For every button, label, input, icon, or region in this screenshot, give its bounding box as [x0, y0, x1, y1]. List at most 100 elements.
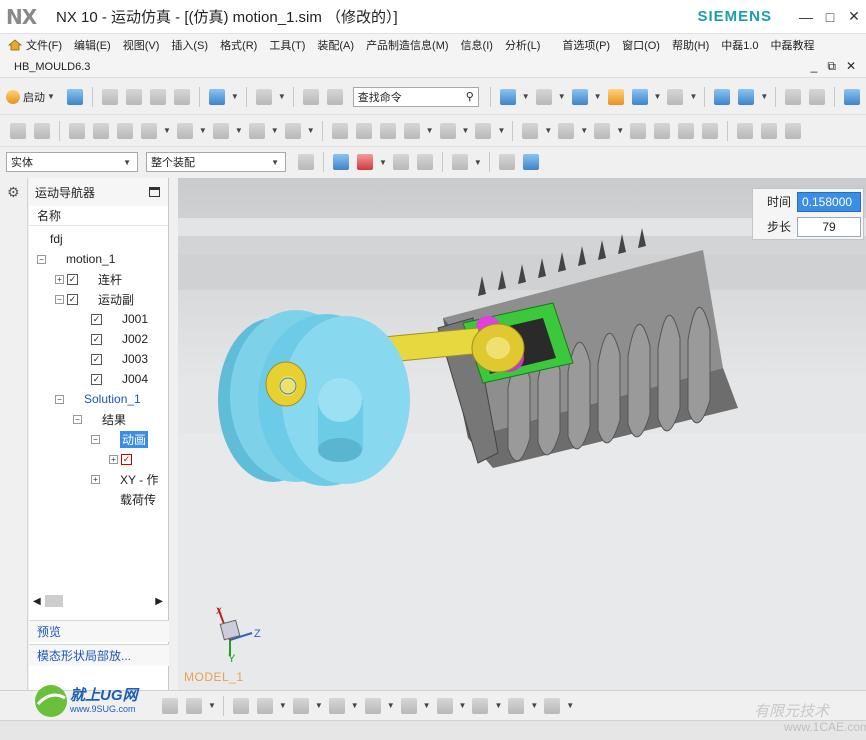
solution-icon[interactable] — [439, 122, 456, 139]
scroll-left-icon[interactable]: ◀ — [33, 596, 41, 607]
damper-icon[interactable] — [117, 122, 133, 139]
rewind-icon[interactable] — [737, 122, 754, 139]
trace-icon[interactable] — [558, 122, 575, 139]
collapse-toggle[interactable]: − — [91, 434, 100, 444]
menu-edit[interactable]: 编辑(E) — [74, 37, 111, 53]
undo-icon[interactable] — [208, 88, 225, 105]
step-forward-icon[interactable] — [654, 122, 671, 139]
rotate-icon[interactable] — [416, 154, 433, 170]
torque-icon[interactable] — [284, 122, 301, 139]
feature-icon-9[interactable] — [508, 697, 525, 714]
tree-node-animation[interactable]: − 动画 — [91, 430, 149, 448]
doc-close-button[interactable]: ✕ — [846, 59, 856, 74]
touch-mode-icon[interactable] — [326, 88, 343, 105]
step-field[interactable]: 79 — [797, 216, 861, 237]
tree-hscrollbar[interactable]: ◀ ▶ — [33, 594, 163, 608]
menu-info[interactable]: 信息(I) — [461, 37, 493, 53]
view-select-icon[interactable] — [162, 697, 178, 714]
column-header-name[interactable]: 名称 — [29, 206, 168, 226]
collapse-toggle[interactable]: − — [55, 294, 64, 304]
menu-analysis[interactable]: 分析(L) — [505, 37, 540, 53]
feature-icon-5[interactable] — [364, 697, 381, 714]
feature-icon-2[interactable] — [256, 697, 273, 714]
menu-insert[interactable]: 插入(S) — [171, 37, 208, 53]
tree-node-xy[interactable]: + XY - 作 — [91, 470, 158, 488]
function-icon[interactable] — [69, 122, 85, 139]
clock-icon[interactable] — [7, 530, 23, 546]
solid-cube-icon[interactable] — [522, 154, 539, 170]
reuse-library-icon[interactable] — [7, 400, 23, 416]
contact-icon[interactable] — [176, 122, 193, 139]
home-icon[interactable] — [8, 39, 22, 51]
graphics-viewport[interactable]: Z Y X 时间 0.158000 步长 79 MODEL_1 — [178, 178, 866, 690]
delete-icon[interactable] — [173, 88, 190, 105]
menu-window[interactable]: 窗口(O) — [622, 37, 660, 53]
expand-toggle[interactable]: + — [55, 274, 64, 284]
menu-assembly[interactable]: 装配(A) — [317, 37, 354, 53]
links-checkbox[interactable]: ✓ — [67, 273, 78, 285]
menu-zhonglei-tutorial[interactable]: 中磊教程 — [771, 37, 815, 53]
xy-graph-icon[interactable] — [678, 122, 695, 139]
scroll-right-icon[interactable]: ▶ — [155, 596, 163, 607]
assembly-scope-select[interactable]: 整个装配 ▼ — [146, 152, 286, 172]
measure-icon[interactable] — [809, 88, 826, 105]
search-icon[interactable]: ⚲ — [466, 90, 474, 103]
joints-checkbox[interactable]: ✓ — [67, 293, 78, 305]
history-icon[interactable] — [7, 364, 23, 380]
constraint-icon[interactable] — [212, 122, 229, 139]
menu-zhonglei[interactable]: 中磊1.0 — [721, 37, 758, 53]
expand-toggle[interactable]: + — [109, 454, 118, 464]
collapse-toggle[interactable]: − — [37, 254, 46, 264]
feature-icon-4[interactable] — [328, 697, 345, 714]
document-tab[interactable]: HB_MOULD6.3 — [14, 61, 90, 73]
assembly-nav-icon[interactable] — [785, 88, 802, 105]
tree-node-motion[interactable]: − motion_1 — [37, 250, 115, 268]
repeat-command-icon[interactable] — [302, 88, 319, 105]
driver-icon[interactable] — [379, 122, 396, 139]
collapse-toggle[interactable]: − — [73, 414, 82, 424]
command-search-input[interactable]: 查找命令 ⚲ — [352, 86, 479, 107]
feature-icon-7[interactable] — [436, 697, 453, 714]
menu-file[interactable]: 文件(F) — [26, 37, 62, 53]
feature-icon-3[interactable] — [292, 697, 309, 714]
joint-icon[interactable] — [34, 122, 50, 139]
menu-format[interactable]: 格式(R) — [220, 37, 257, 53]
start-button[interactable]: 启动 ▼ — [6, 89, 57, 105]
j002-checkbox[interactable]: ✓ — [91, 333, 102, 345]
document-icon[interactable] — [7, 484, 23, 500]
doc-restore-button[interactable]: ⧉ — [827, 59, 836, 74]
spring-icon[interactable] — [93, 122, 109, 139]
tree-node-j002[interactable]: ✓ J002 — [91, 330, 148, 348]
animation-child-checkbox[interactable]: ✓ — [121, 453, 132, 465]
menu-pmi[interactable]: 产品制造信息(M) — [366, 37, 449, 53]
render-style-icon[interactable] — [535, 88, 552, 105]
type-filter-select[interactable]: 实体 ▼ — [6, 152, 138, 172]
step-back-icon[interactable] — [630, 122, 647, 139]
feature-icon-8[interactable] — [472, 697, 489, 714]
select-filter-icon[interactable] — [298, 154, 314, 170]
menu-tools[interactable]: 工具(T) — [269, 37, 305, 53]
snap-point-icon[interactable] — [357, 154, 373, 170]
tree-node-joints[interactable]: − ✓ 运动副 — [55, 290, 134, 308]
preview-panel[interactable]: 预览 — [29, 620, 169, 642]
view-cube-icon[interactable] — [186, 697, 202, 714]
save-icon[interactable] — [66, 88, 83, 105]
link-icon[interactable] — [10, 122, 26, 139]
assembly-navigator-icon[interactable] — [7, 262, 23, 278]
tree-node-j001[interactable]: ✓ J001 — [91, 310, 148, 328]
minimize-button[interactable]: — — [794, 9, 818, 25]
bushing-icon[interactable] — [141, 122, 157, 139]
settings-icon[interactable]: ⚙ — [7, 184, 23, 200]
modal-shape-panel[interactable]: 模态形状局部放... — [29, 644, 169, 666]
paste-icon[interactable] — [149, 88, 166, 105]
j001-checkbox[interactable]: ✓ — [91, 313, 102, 325]
tree-node-root[interactable]: fdj — [33, 230, 63, 248]
play-icon[interactable] — [785, 122, 802, 139]
section-view-icon[interactable] — [714, 88, 731, 105]
expand-toggle[interactable]: + — [91, 474, 100, 484]
wire-cube-icon[interactable] — [498, 154, 515, 170]
move-icon[interactable] — [392, 154, 409, 170]
sensor-icon[interactable] — [355, 122, 372, 139]
copy-icon[interactable] — [125, 88, 142, 105]
force-icon[interactable] — [248, 122, 265, 139]
